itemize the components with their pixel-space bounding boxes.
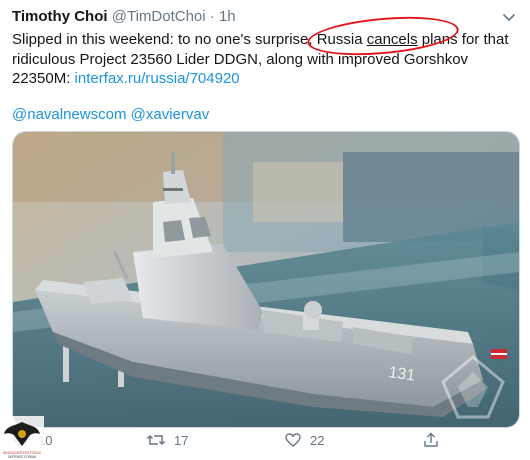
tweet-text-underlined: cancels	[366, 31, 418, 48]
author-handle[interactable]: @TimDotChoi	[112, 8, 206, 25]
tweet-text: Slipped in this weekend: to no one's sur…	[12, 30, 512, 89]
tweet-header: Timothy Choi @TimDotChoi · 1h	[12, 8, 236, 26]
like-action[interactable]: 22	[284, 430, 324, 450]
share-action[interactable]	[422, 430, 440, 450]
chevron-down-icon[interactable]	[500, 8, 518, 26]
tweet-text-part1: Slipped in this weekend: to no one's sur…	[12, 31, 367, 48]
like-count: 22	[310, 432, 325, 448]
tweet-card[interactable]: Timothy Choi @TimDotChoi · 1h Slipped in…	[0, 0, 530, 460]
share-icon[interactable]	[422, 431, 440, 449]
ship-model-photo: 131	[13, 132, 519, 427]
retweet-action[interactable]: 17	[146, 430, 188, 450]
retweet-icon[interactable]	[146, 431, 166, 449]
mention-navalnews[interactable]: @navalnewscom	[12, 106, 126, 123]
article-link[interactable]: interfax.ru/russia/704920	[75, 70, 240, 87]
author-name[interactable]: Timothy Choi	[12, 8, 108, 25]
tweet-photo[interactable]: 131	[12, 131, 520, 428]
watermark-line2: DEFENCE FORUM	[8, 455, 36, 459]
mention-xaviervav[interactable]: @xaviervav	[131, 106, 210, 123]
heart-icon[interactable]	[284, 431, 302, 449]
forum-watermark-logo: HEADQUARTERS FORCE DEFENCE FORUM	[0, 416, 44, 460]
retweet-count: 17	[174, 432, 189, 448]
separator-dot: ·	[209, 8, 215, 25]
mentions-line: @navalnewscom @xaviervav	[12, 105, 209, 125]
tweet-time[interactable]: 1h	[219, 8, 236, 25]
tweet-actions: 10 17 22	[12, 430, 518, 452]
